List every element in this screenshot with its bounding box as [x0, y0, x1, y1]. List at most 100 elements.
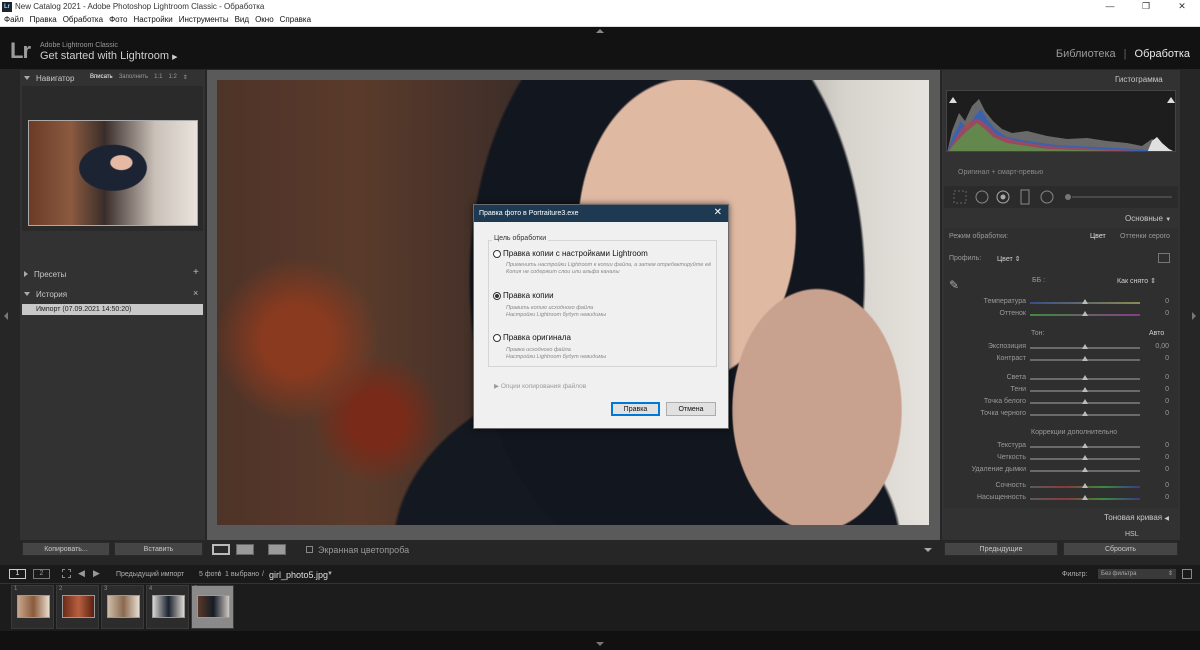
module-library[interactable]: Библиотека [1056, 48, 1116, 60]
temperature-slider[interactable] [1030, 299, 1140, 304]
shadows-value[interactable]: 0 [1145, 386, 1169, 393]
clear-history-icon[interactable]: × [193, 288, 198, 298]
get-started-link[interactable]: Get started with Lightroom ▶ [40, 50, 177, 62]
contrast-slider[interactable] [1030, 356, 1140, 361]
whites-slider[interactable] [1030, 399, 1140, 404]
radio-edit-copy[interactable] [493, 292, 501, 300]
temperature-value[interactable]: 0 [1145, 298, 1169, 305]
tint-value[interactable]: 0 [1145, 310, 1169, 317]
minimize-button[interactable]: — [1092, 1, 1128, 12]
radio-edit-copy-with-settings[interactable] [493, 250, 501, 258]
collapse-top-arrow-icon[interactable] [596, 29, 604, 33]
previous-import-label[interactable]: Предыдущий импорт [116, 571, 184, 578]
highlights-slider[interactable] [1030, 375, 1140, 380]
toolbar-dropdown-icon[interactable] [924, 548, 932, 552]
copy-settings-button[interactable]: Копировать... [22, 542, 110, 556]
contrast-value[interactable]: 0 [1145, 355, 1169, 362]
filename-dropdown-icon[interactable]: ▼ [327, 571, 333, 577]
tone-curve-header[interactable]: Тоновая кривая ◀ [1104, 513, 1169, 522]
menu-photo[interactable]: Фото [109, 15, 127, 24]
collapse-filmstrip-icon[interactable] [596, 642, 604, 646]
option-label-2[interactable]: Правка копии [503, 291, 554, 300]
option-label-1[interactable]: Правка копии с настройками Lightroom [503, 249, 648, 258]
menu-tools[interactable]: Инструменты [179, 15, 229, 24]
before-after-yy-icon[interactable] [268, 544, 286, 555]
profile-browser-icon[interactable] [1158, 253, 1170, 263]
maximize-button[interactable]: ❐ [1128, 1, 1164, 12]
menu-help[interactable]: Справка [280, 15, 311, 24]
menu-edit[interactable]: Правка [30, 15, 57, 24]
slider-knob[interactable] [1082, 399, 1088, 404]
zoom-fill[interactable]: Заполнить [119, 74, 148, 81]
film-thumb-4[interactable]: 4 [146, 585, 189, 629]
back-arrow-icon[interactable]: ◀ [78, 568, 85, 579]
film-thumb-5-selected[interactable]: 5 [191, 585, 234, 629]
profile-dropdown[interactable]: Цвет ⇕ [997, 255, 1021, 263]
soft-proof-checkbox[interactable] [306, 546, 313, 553]
menu-window[interactable]: Окно [255, 15, 274, 24]
treatment-color-option[interactable]: Цвет [1090, 233, 1106, 240]
dehaze-slider[interactable] [1030, 467, 1140, 472]
eyedropper-icon[interactable]: ✎ [949, 278, 967, 294]
option-label-3[interactable]: Правка оригинала [503, 333, 571, 342]
loupe-view-icon[interactable] [212, 544, 230, 555]
radio-edit-original[interactable] [493, 334, 501, 342]
wb-dropdown[interactable]: Как снято ⇕ [1117, 277, 1156, 285]
slider-knob[interactable] [1082, 443, 1088, 448]
slider-knob[interactable] [1082, 356, 1088, 361]
texture-value[interactable]: 0 [1145, 442, 1169, 449]
filter-lock-icon[interactable] [1182, 569, 1192, 579]
saturation-value[interactable]: 0 [1145, 494, 1169, 501]
filter-dropdown[interactable]: Без фильтра ⇕ [1098, 569, 1176, 579]
menu-settings[interactable]: Настройки [133, 15, 172, 24]
presets-header[interactable]: Пресеты [20, 267, 205, 281]
history-header[interactable]: История [20, 287, 205, 301]
slider-knob[interactable] [1082, 299, 1088, 304]
left-panel-toggle-icon[interactable] [4, 312, 8, 320]
film-thumb-3[interactable]: 3 [101, 585, 144, 629]
dialog-close-icon[interactable]: ✕ [714, 207, 722, 218]
hsl-header[interactable]: HSL [1125, 531, 1139, 538]
slider-knob[interactable] [1082, 387, 1088, 392]
film-thumb-2[interactable]: 2 [56, 585, 99, 629]
exposure-slider[interactable] [1030, 344, 1140, 349]
second-window-button[interactable]: 2 [33, 569, 50, 579]
highlights-value[interactable]: 0 [1145, 374, 1169, 381]
zoom-1-2[interactable]: 1:2 [169, 74, 177, 81]
history-item[interactable]: Импорт (07.09.2021 14:50:20) [22, 304, 203, 315]
menu-file[interactable]: Файл [4, 15, 24, 24]
tint-slider[interactable] [1030, 311, 1140, 316]
paste-settings-button[interactable]: Вставить [114, 542, 203, 556]
treatment-bw-option[interactable]: Оттенки серого [1120, 233, 1170, 240]
copy-file-options-toggle[interactable]: ▶ Опции копирования файлов [494, 382, 586, 390]
previous-settings-button[interactable]: Предыдущие [944, 542, 1058, 556]
slider-knob[interactable] [1082, 467, 1088, 472]
blacks-slider[interactable] [1030, 411, 1140, 416]
slider-knob[interactable] [1082, 455, 1088, 460]
vibrance-value[interactable]: 0 [1145, 482, 1169, 489]
menu-view[interactable]: Вид [235, 15, 249, 24]
texture-slider[interactable] [1030, 443, 1140, 448]
film-thumb-1[interactable]: 1 [11, 585, 54, 629]
clarity-value[interactable]: 0 [1145, 454, 1169, 461]
right-panel-toggle-icon[interactable] [1192, 312, 1196, 320]
navigator-thumbnail[interactable] [28, 120, 198, 226]
add-preset-icon[interactable]: + [193, 267, 199, 278]
zoom-fit[interactable]: Вписать [90, 74, 113, 81]
auto-tone-button[interactable]: Авто [1149, 330, 1164, 337]
saturation-slider[interactable] [1030, 495, 1140, 500]
grid-view-icon[interactable] [62, 569, 71, 578]
vibrance-slider[interactable] [1030, 483, 1140, 488]
shadows-slider[interactable] [1030, 387, 1140, 392]
before-after-view-icon[interactable] [236, 544, 254, 555]
slider-knob[interactable] [1082, 411, 1088, 416]
clarity-slider[interactable] [1030, 455, 1140, 460]
menu-develop[interactable]: Обработка [63, 15, 103, 24]
main-window-button[interactable]: 1 [9, 569, 26, 579]
slider-knob[interactable] [1082, 495, 1088, 500]
zoom-1-1[interactable]: 1:1 [154, 74, 162, 81]
dialog-edit-button[interactable]: Правка [611, 402, 660, 416]
histogram-title[interactable]: Гистограмма [1115, 75, 1163, 84]
forward-arrow-icon[interactable]: ▶ [93, 568, 100, 579]
slider-knob[interactable] [1082, 375, 1088, 380]
